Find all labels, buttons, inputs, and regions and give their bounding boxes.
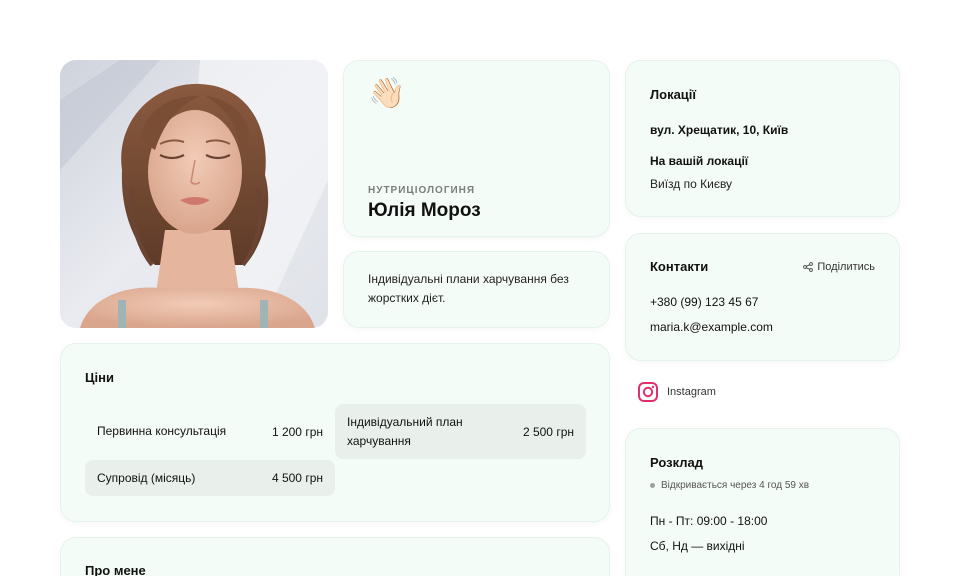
profile-photo — [60, 60, 328, 328]
profile-bio: Індивідуальні плани харчування без жорст… — [368, 272, 569, 305]
about-card: Про мене — [60, 537, 610, 576]
price-item-label: Первинна консультація — [97, 424, 227, 438]
price-item-value: 2 500 грн — [522, 424, 574, 439]
schedule-status-text: Відкривається через 4 год 59 хв — [661, 480, 810, 491]
profile-name: Юлія Мороз — [368, 200, 481, 221]
schedule-weekdays: Пн - Пт: 09:00 - 18:00 — [650, 514, 768, 528]
contact-phone[interactable]: +380 (99) 123 45 67 — [650, 295, 758, 309]
status-dot-icon — [650, 483, 655, 488]
profile-header-card: 👋🏻 НУТРИЦІОЛОГИНЯ Юлія Мороз — [343, 60, 610, 237]
prices-card: Ціни Первинна консультація 1 200 грн Інд… — [60, 343, 610, 522]
price-item-value: 1 200 грн — [271, 424, 323, 439]
prices-title: Ціни — [85, 370, 114, 385]
onsite-label: На вашій локації — [650, 154, 749, 168]
price-item[interactable]: Супровід (місяць) 4 500 грн — [85, 460, 335, 496]
schedule-title: Розклад — [650, 455, 703, 470]
bio-card: Індивідуальні плани харчування без жорст… — [343, 251, 610, 328]
location-address[interactable]: вул. Хрещатик, 10, Київ — [650, 123, 788, 137]
price-item-value: 4 500 грн — [271, 471, 323, 485]
schedule-status: Відкривається через 4 год 59 хв — [650, 480, 809, 491]
locations-card: Локації вул. Хрещатик, 10, Київ На вашій… — [625, 60, 900, 217]
price-item-label: Індивідуальний план харчування — [347, 414, 463, 448]
locations-title: Локації — [650, 87, 697, 102]
portrait-image — [60, 60, 328, 328]
schedule-weekend: Сб, Нд — вихідні — [650, 539, 745, 553]
schedule-card: Розклад Відкривається через 4 год 59 хв … — [625, 428, 900, 576]
instagram-label: Instagram — [667, 386, 716, 398]
waving-hand-icon: 👋🏻 — [368, 76, 406, 111]
share-icon — [803, 262, 814, 272]
share-label: Поділитись — [817, 261, 875, 273]
price-item[interactable]: Індивідуальний план харчування 2 500 грн — [335, 404, 586, 459]
price-item[interactable]: Первинна консультація 1 200 грн — [85, 404, 335, 459]
contact-email[interactable]: maria.k@example.com — [650, 320, 773, 334]
onsite-value: Виїзд по Києву — [650, 177, 733, 191]
instagram-icon — [638, 382, 658, 402]
share-button[interactable]: Поділитись — [803, 261, 875, 273]
about-title: Про мене — [85, 563, 146, 576]
price-item-label: Супровід (місяць) — [97, 470, 196, 485]
instagram-link[interactable]: Instagram — [631, 373, 727, 411]
profile-role: НУТРИЦІОЛОГИНЯ — [368, 185, 476, 196]
contacts-card: Контакти Поділитись +380 (99) 123 45 67 … — [625, 233, 900, 361]
contacts-title: Контакти — [650, 259, 709, 274]
